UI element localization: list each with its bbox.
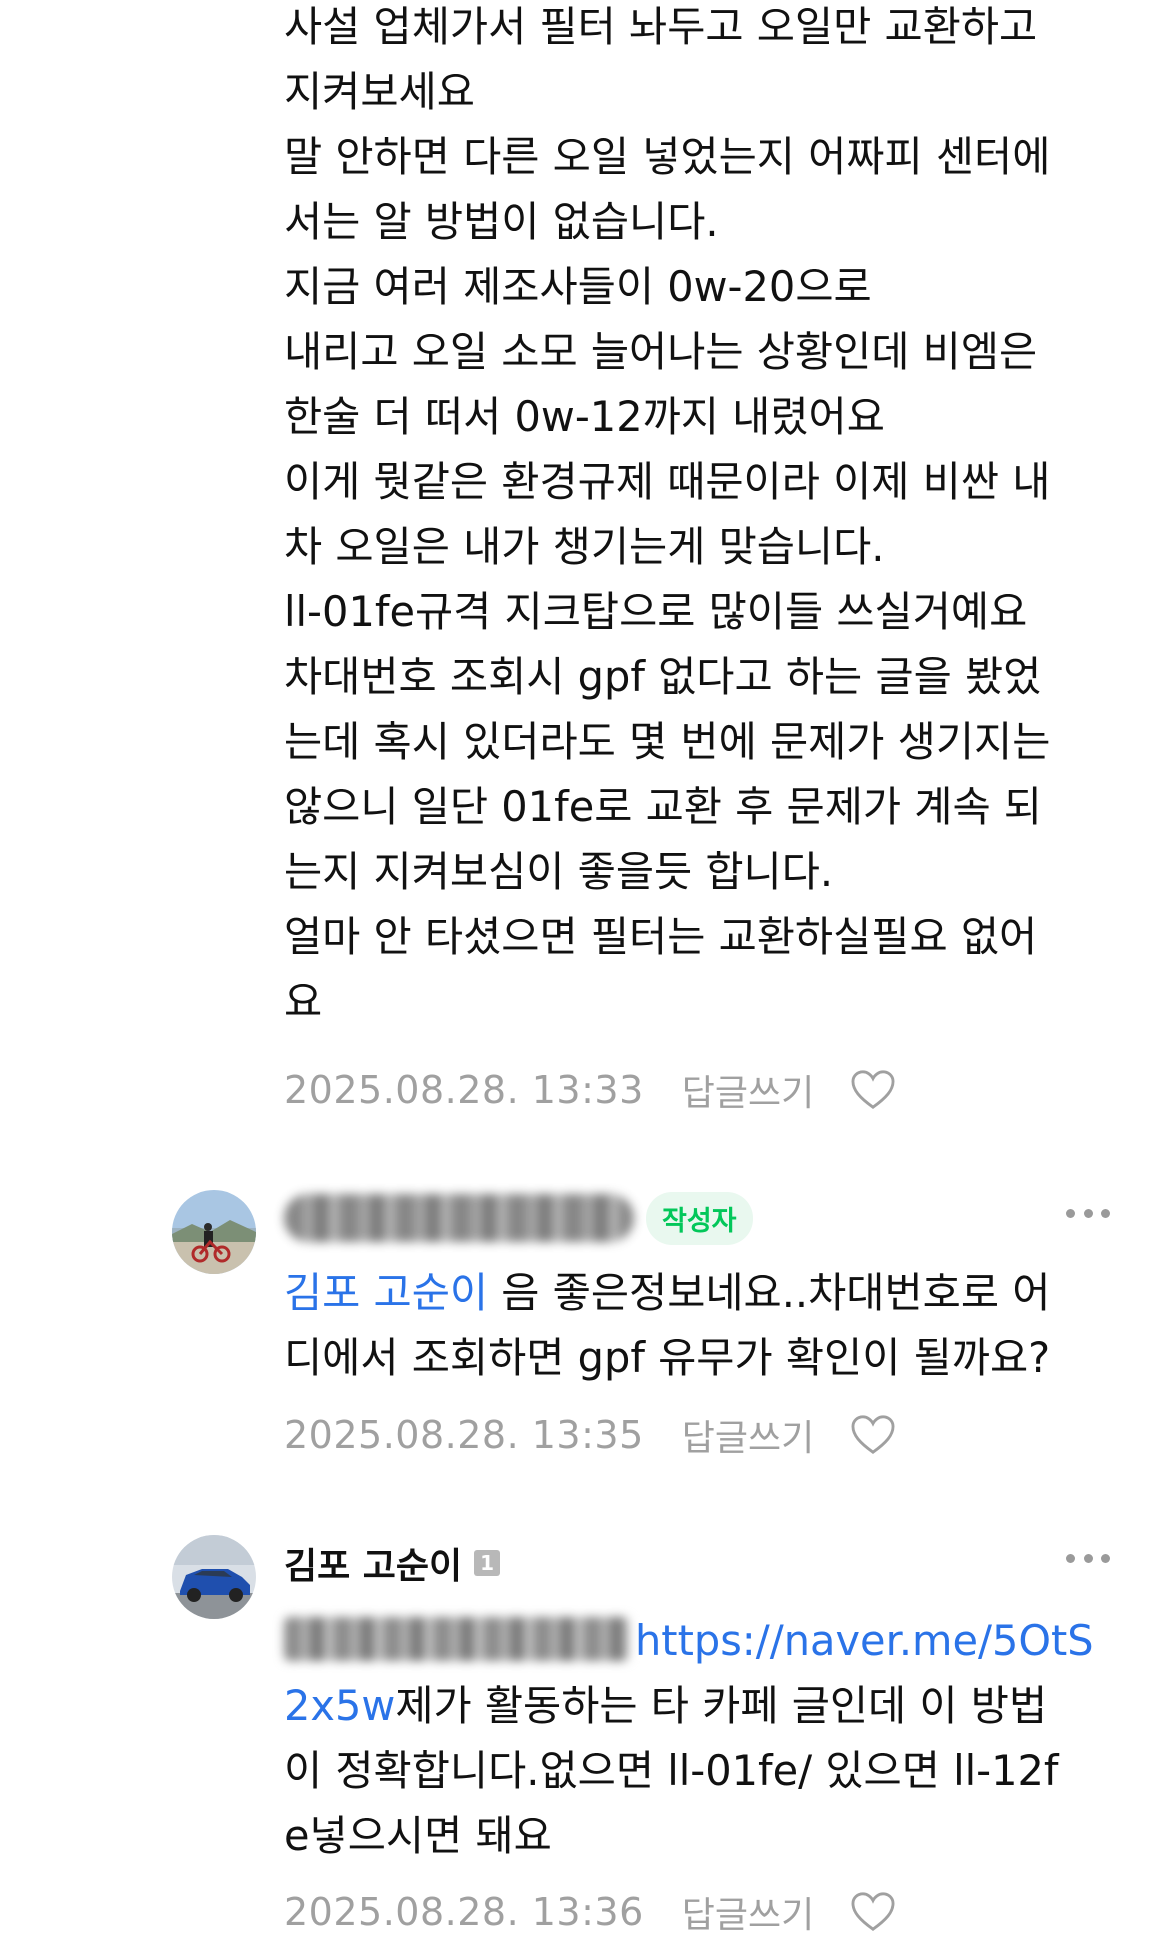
- avatar-image: [172, 1535, 256, 1619]
- more-icon[interactable]: [1066, 1203, 1110, 1223]
- comment-line: https://naver.me/5OtS: [284, 1608, 1124, 1673]
- comment-line: ll-01fe규격 지크탑으로 많이들 쓰실거예요: [284, 587, 1028, 636]
- reply-button[interactable]: 답글쓰기: [682, 1409, 814, 1461]
- more-icon[interactable]: [1066, 1548, 1110, 1568]
- comment-line: 차대번호 조회시 gpf 없다고 하는 글을 봤었: [284, 652, 1042, 701]
- link[interactable]: https://naver.me/5OtS: [635, 1616, 1094, 1665]
- comment-line: 는지 지켜보심이 좋을듯 합니다.: [284, 847, 834, 896]
- comment-line: 디에서 조회하면 gpf 유무가 확인이 될까요?: [284, 1333, 1051, 1382]
- comment-line: 말 안하면 다른 오일 넣었는지 어짜피 센터에: [284, 132, 1051, 181]
- comment-body: https://naver.me/5OtS 2x5w제가 활동하는 타 카페 글…: [284, 1608, 1124, 1868]
- comment-header: 작성자: [284, 1188, 753, 1248]
- comment-body: 김포 고순이 음 좋은정보네요..차대번호로 어 디에서 조회하면 gpf 유무…: [284, 1260, 1124, 1390]
- author-name-redacted: [284, 1194, 634, 1242]
- comment-line: 서는 알 방법이 없습니다.: [284, 197, 719, 246]
- avatar[interactable]: [172, 1535, 256, 1619]
- comment-header: 김포 고순이 1: [284, 1533, 501, 1593]
- comment-timestamp: 2025.08.28. 13:35: [284, 1413, 644, 1457]
- comment-line: e넣으시면 돼요: [284, 1811, 552, 1860]
- avatar[interactable]: [172, 1190, 256, 1274]
- mention[interactable]: 김포 고순이: [284, 1268, 488, 1317]
- reply-button[interactable]: 답글쓰기: [682, 1886, 814, 1938]
- heart-icon[interactable]: [850, 1414, 896, 1456]
- comment-line: 는데 혹시 있더라도 몇 번에 문제가 생기지는: [284, 717, 1051, 766]
- comment-timestamp: 2025.08.28. 13:33: [284, 1068, 644, 1112]
- comment-text: 제가 활동하는 타 카페 글인데 이 방법: [395, 1681, 1048, 1730]
- reply-button[interactable]: 답글쓰기: [682, 1064, 814, 1116]
- link[interactable]: 2x5w: [284, 1681, 395, 1730]
- heart-icon[interactable]: [850, 1069, 896, 1111]
- comment-line: 요: [284, 977, 323, 1026]
- comment-line: 사설 업체가서 필터 놔두고 오일만 교환하고: [284, 2, 1038, 51]
- comment-line: 2x5w제가 활동하는 타 카페 글인데 이 방법: [284, 1673, 1124, 1738]
- comment-line: 차 오일은 내가 챙기는게 맞습니다.: [284, 522, 885, 571]
- comment-line: 김포 고순이 음 좋은정보네요..차대번호로 어: [284, 1260, 1124, 1325]
- comment-line: 않으니 일단 01fe로 교환 후 문제가 계속 되: [284, 782, 1042, 831]
- comment-body: 사설 업체가서 필터 놔두고 오일만 교환하고 지켜보세요 말 안하면 다른 오…: [284, 0, 1124, 1034]
- mention-redacted: [284, 1617, 629, 1661]
- level-badge: 1: [474, 1550, 501, 1576]
- avatar-image: [172, 1190, 256, 1274]
- comment-meta: 2025.08.28. 13:33 답글쓰기: [284, 1060, 896, 1120]
- heart-icon[interactable]: [850, 1891, 896, 1933]
- comment-line: 이게 뭣같은 환경규제 때문이라 이제 비싼 내: [284, 457, 1051, 506]
- comment-line: 지금 여러 제조사들이 0w-20으로: [284, 262, 872, 311]
- writer-badge: 작성자: [646, 1191, 753, 1245]
- comment-meta: 2025.08.28. 13:36 답글쓰기: [284, 1882, 896, 1942]
- comment-meta: 2025.08.28. 13:35 답글쓰기: [284, 1405, 896, 1465]
- comment-text: 음 좋은정보네요..차대번호로 어: [488, 1268, 1051, 1317]
- comment-line: 이 정확합니다.없으면 ll-01fe/ 있으면 ll-12f: [284, 1746, 1059, 1795]
- comment-line: 한술 더 떠서 0w-12까지 내렸어요: [284, 392, 885, 441]
- comment-line: 지켜보세요: [284, 67, 475, 116]
- comment-timestamp: 2025.08.28. 13:36: [284, 1890, 644, 1934]
- comment-line: 내리고 오일 소모 늘어나는 상황인데 비엠은: [284, 327, 1038, 376]
- author-name[interactable]: 김포 고순이: [284, 1537, 462, 1589]
- comment-line: 얼마 안 타셨으면 필터는 교환하실필요 없어: [284, 912, 1038, 961]
